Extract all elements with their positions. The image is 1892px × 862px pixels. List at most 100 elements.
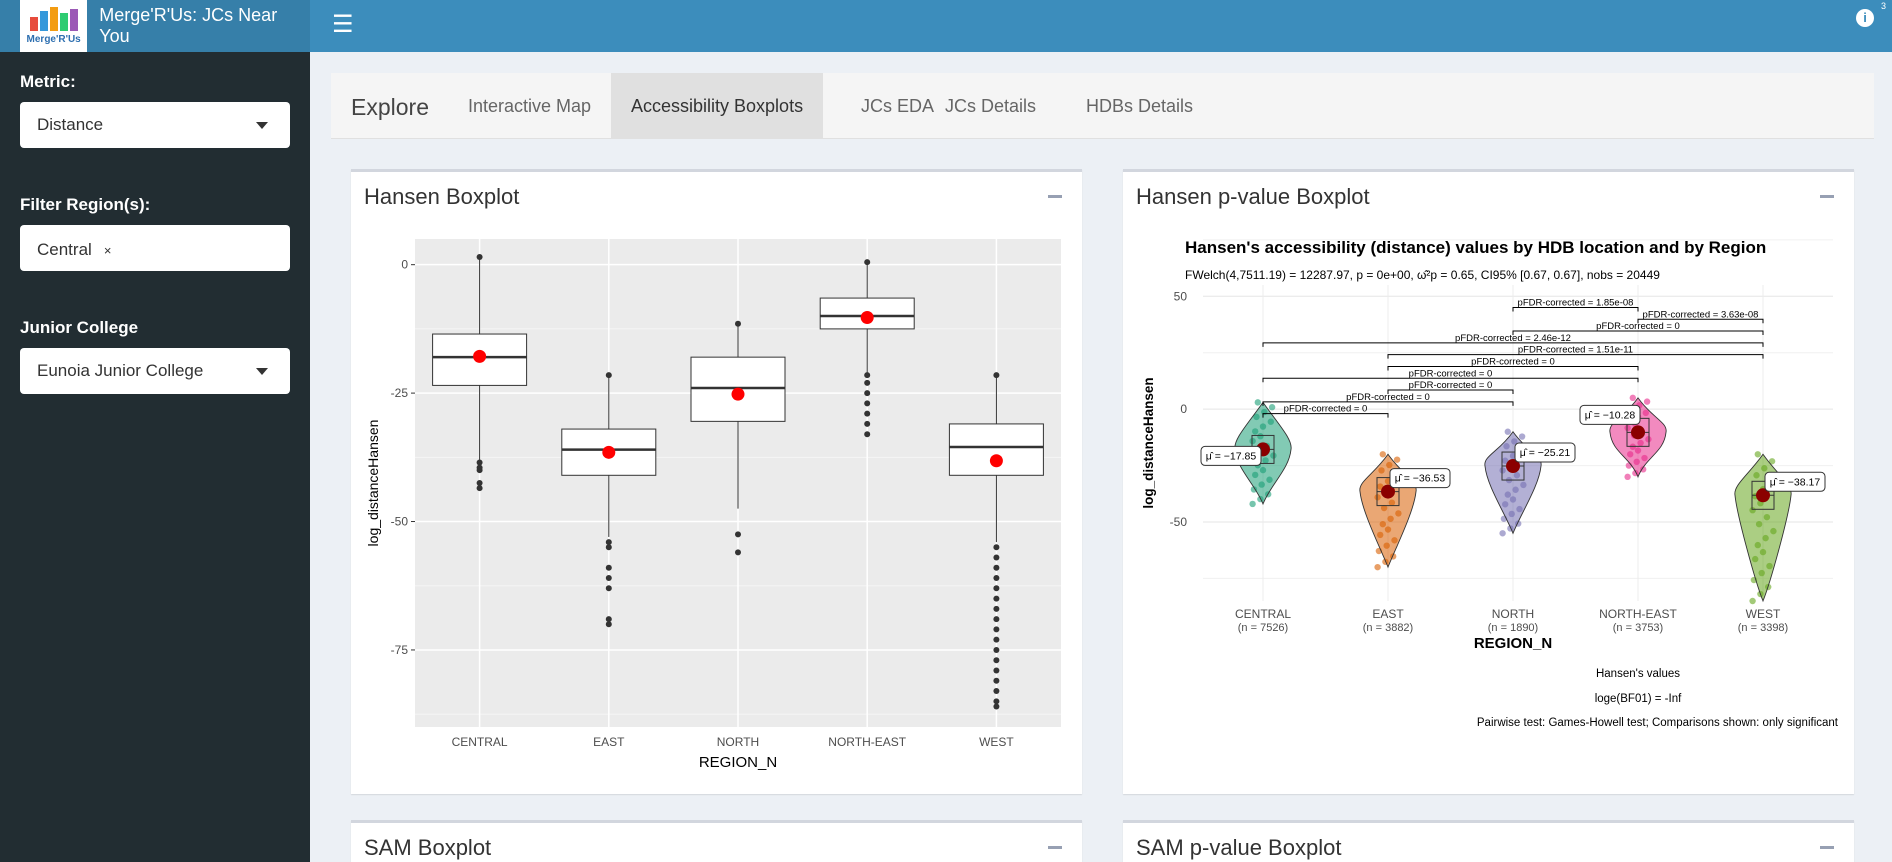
jitter-point — [1761, 465, 1768, 472]
jitter-point — [1393, 456, 1401, 463]
box-title: Hansen Boxplot — [364, 184, 520, 209]
outlier-point — [993, 667, 1000, 674]
jitter-point — [1633, 458, 1640, 466]
outlier-point — [993, 636, 1000, 643]
x-tick-label: NORTH-EAST — [828, 735, 906, 749]
mean-label: μ̂ = −17.85 — [1206, 450, 1257, 462]
max-point — [735, 320, 741, 327]
outlier-point — [993, 703, 1000, 710]
mean-point — [473, 349, 487, 363]
jitter-point — [1384, 526, 1392, 533]
minimize-icon[interactable] — [1048, 846, 1062, 849]
jitter-point — [1383, 542, 1390, 549]
region-tag-label: Central — [37, 240, 92, 259]
jitter-point — [1267, 418, 1274, 425]
x-tick-sublabel: (n = 3398) — [1738, 622, 1788, 634]
mean-label: μ̂ = −10.28 — [1585, 409, 1636, 421]
metric-select[interactable]: Distance — [20, 102, 290, 148]
jitter-point — [1499, 530, 1506, 537]
outlier-point — [993, 544, 1000, 551]
sam-pvalue-box: SAM p-value Boxplot — [1123, 820, 1854, 862]
outlier-point — [864, 390, 871, 397]
jitter-point — [1637, 439, 1644, 447]
tab-accessibility-boxplots[interactable]: Accessibility Boxplots — [611, 73, 824, 139]
outlier-point — [993, 626, 1000, 633]
jitter-point — [1395, 510, 1402, 517]
x-tick-sublabel: (n = 7526) — [1238, 622, 1288, 634]
info-badge: 3 — [1880, 1, 1886, 11]
jitter-point — [1643, 398, 1651, 405]
jitter-point — [1374, 563, 1381, 571]
jitter-point — [1759, 548, 1767, 556]
outlier-point — [864, 379, 871, 386]
box-title: SAM p-value Boxplot — [1136, 835, 1342, 860]
x-tick-label: NORTH — [1492, 607, 1534, 621]
info-icon[interactable]: i — [1856, 9, 1874, 27]
jitter-point — [1374, 494, 1381, 501]
jitter-point — [1641, 454, 1648, 462]
hansen-pvalue-chart: Hansen's accessibility (distance) values… — [1141, 238, 1839, 729]
mean-point — [860, 310, 874, 324]
tab-hdbs-details[interactable]: HDBs Details — [1066, 73, 1213, 139]
outlier-point — [605, 616, 612, 623]
menu-toggle-icon[interactable]: ☰ — [332, 10, 354, 39]
outlier-point — [993, 657, 1000, 664]
tab-jcs-details[interactable]: JCs Details — [925, 73, 1056, 139]
jitter-point — [1262, 457, 1269, 464]
jitter-point — [1266, 476, 1273, 483]
x-tick-sublabel: (n = 3753) — [1613, 622, 1663, 634]
y-axis-title: log_distanceHansen — [1141, 377, 1156, 508]
jitter-point — [1634, 447, 1642, 454]
jitter-point — [1763, 513, 1771, 521]
sam-boxplot-box: SAM Boxplot — [351, 820, 1082, 862]
box-title: Hansen p-value Boxplot — [1136, 184, 1370, 209]
region-filter-input[interactable]: Central × — [20, 225, 290, 271]
jitter-point — [1503, 443, 1510, 450]
jitter-point — [1512, 486, 1519, 493]
jitter-point — [1268, 404, 1276, 411]
outlier-point — [993, 575, 1000, 582]
outlier-point — [993, 585, 1000, 592]
junior-college-select[interactable]: Eunoia Junior College — [20, 348, 290, 394]
jitter-point — [1518, 433, 1526, 440]
outlier-point — [605, 564, 612, 571]
jitter-point — [1249, 437, 1256, 445]
jitter-point — [1513, 472, 1521, 479]
outlier-point — [864, 410, 871, 417]
jitter-point — [1627, 451, 1634, 458]
outlier-point — [993, 605, 1000, 612]
outlier-point — [605, 621, 612, 628]
jitter-point — [1252, 471, 1259, 479]
outlier-point — [476, 480, 483, 486]
outlier-point — [476, 485, 483, 492]
hansen-boxplot-box: Hansen Boxplot 0 -25 -50 -75 CENTRAL EAST NORT… — [351, 169, 1082, 794]
tab-interactive-map[interactable]: Interactive Map — [448, 73, 611, 139]
jitter-point — [1249, 500, 1256, 508]
jitter-point — [1752, 555, 1759, 563]
jitter-point — [1387, 515, 1394, 522]
jitter-point — [1762, 534, 1769, 542]
outlier-point — [993, 698, 1000, 705]
region-tag: Central × — [37, 238, 111, 262]
remove-tag-icon[interactable]: × — [104, 243, 112, 258]
jitter-point — [1259, 466, 1267, 474]
jitter-point — [1766, 562, 1773, 570]
minimize-icon[interactable] — [1820, 195, 1834, 198]
hansen-pvalue-box: Hansen p-value Boxplot Hansen's accessib… — [1123, 169, 1854, 794]
minimize-icon[interactable] — [1048, 195, 1062, 198]
jitter-point — [1507, 525, 1514, 532]
minimize-icon[interactable] — [1820, 846, 1834, 849]
jitter-point — [1261, 408, 1268, 416]
jitter-point — [1749, 506, 1756, 514]
jitter-point — [1259, 423, 1267, 430]
app-logo[interactable]: Merge'R'Us — [20, 0, 88, 52]
x-tick-label: WEST — [1746, 607, 1781, 621]
outlier-point — [605, 544, 612, 551]
y-tick-label: -25 — [391, 386, 409, 400]
max-point — [864, 259, 871, 266]
metric-label: Metric: — [20, 72, 76, 91]
jitter-point — [1770, 527, 1777, 535]
y-tick-label: -50 — [1170, 515, 1188, 529]
chart-subtitle: FWelch(4,7511.19) = 12287.97, p = 0e+00,… — [1185, 268, 1660, 282]
outlier-point — [735, 549, 741, 556]
